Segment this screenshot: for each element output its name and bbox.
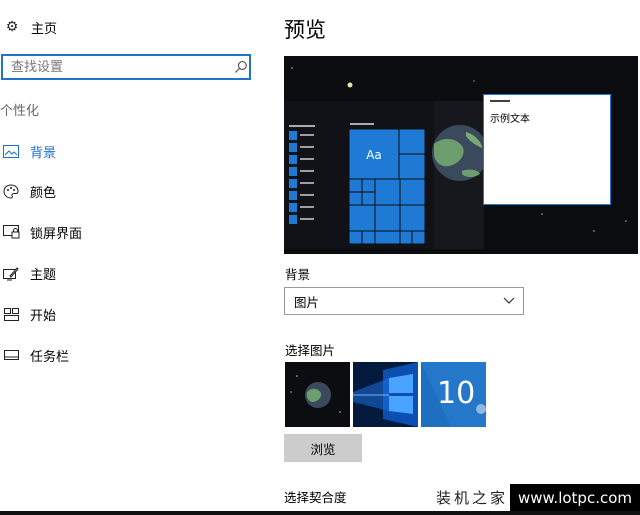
earth-wallpaper-thumbnail[interactable] — [285, 362, 350, 427]
sidebar-item-start[interactable]: 开始 — [0, 299, 250, 329]
sidebar-item-background[interactable]: 背景 — [0, 136, 250, 166]
search-box[interactable] — [1, 54, 251, 80]
windows-light-wallpaper-thumbnail[interactable] — [353, 362, 418, 427]
thumbnail-text: 10 — [437, 376, 476, 411]
lock-screen-icon — [2, 224, 20, 240]
background-dropdown-value: 图片 — [294, 294, 320, 310]
background-dropdown[interactable]: 图片 — [284, 287, 524, 315]
sidebar-item-label: 主题 — [30, 267, 57, 283]
section-heading: 个性化 — [0, 104, 40, 119]
start-icon — [2, 306, 20, 322]
preview-graphic: Aa 示例文本 — [284, 56, 638, 254]
picture-icon — [2, 143, 20, 159]
tile-label: Aa — [366, 148, 382, 162]
taskbar-icon — [2, 347, 20, 363]
sample-text: 示例文本 — [490, 112, 530, 125]
theme-icon — [2, 265, 20, 281]
search-input[interactable] — [9, 56, 230, 78]
watermark-cn-text: 装机之家 — [435, 489, 508, 507]
search-icon[interactable] — [233, 59, 249, 75]
browse-button[interactable]: 浏览 — [284, 434, 362, 462]
page-title: 预览 — [284, 18, 326, 42]
palette-icon — [2, 183, 20, 199]
choose-picture-label: 选择图片 — [285, 343, 336, 358]
bottom-edge — [0, 511, 640, 515]
sidebar-item-label: 锁屏界面 — [30, 226, 83, 242]
sidebar-item-colors[interactable]: 颜色 — [0, 176, 250, 206]
watermark-url: www.lotpc.com — [510, 484, 640, 511]
sidebar-item-label: 背景 — [30, 145, 57, 161]
windows-10-wallpaper-thumbnail[interactable]: 10 — [421, 362, 486, 427]
sidebar-item-lock-screen[interactable]: 锁屏界面 — [0, 217, 250, 247]
sidebar-item-themes[interactable]: 主题 — [0, 258, 250, 288]
gear-icon: ⚙ — [5, 19, 19, 35]
background-label: 背景 — [285, 267, 311, 282]
choose-fit-label: 选择契合度 — [284, 490, 347, 505]
sidebar-item-label: 颜色 — [30, 185, 57, 201]
sidebar-item-taskbar[interactable]: 任务栏 — [0, 340, 250, 370]
sidebar-item-label: 开始 — [30, 308, 57, 324]
watermark: 装机之家 www.lotpc.com — [434, 484, 640, 511]
chevron-down-icon — [503, 297, 515, 304]
nav-home[interactable]: ⚙ 主页 — [4, 16, 124, 38]
desktop-preview: Aa 示例文本 — [284, 56, 638, 254]
nav-home-label: 主页 — [31, 21, 58, 37]
sidebar-item-label: 任务栏 — [30, 349, 70, 365]
